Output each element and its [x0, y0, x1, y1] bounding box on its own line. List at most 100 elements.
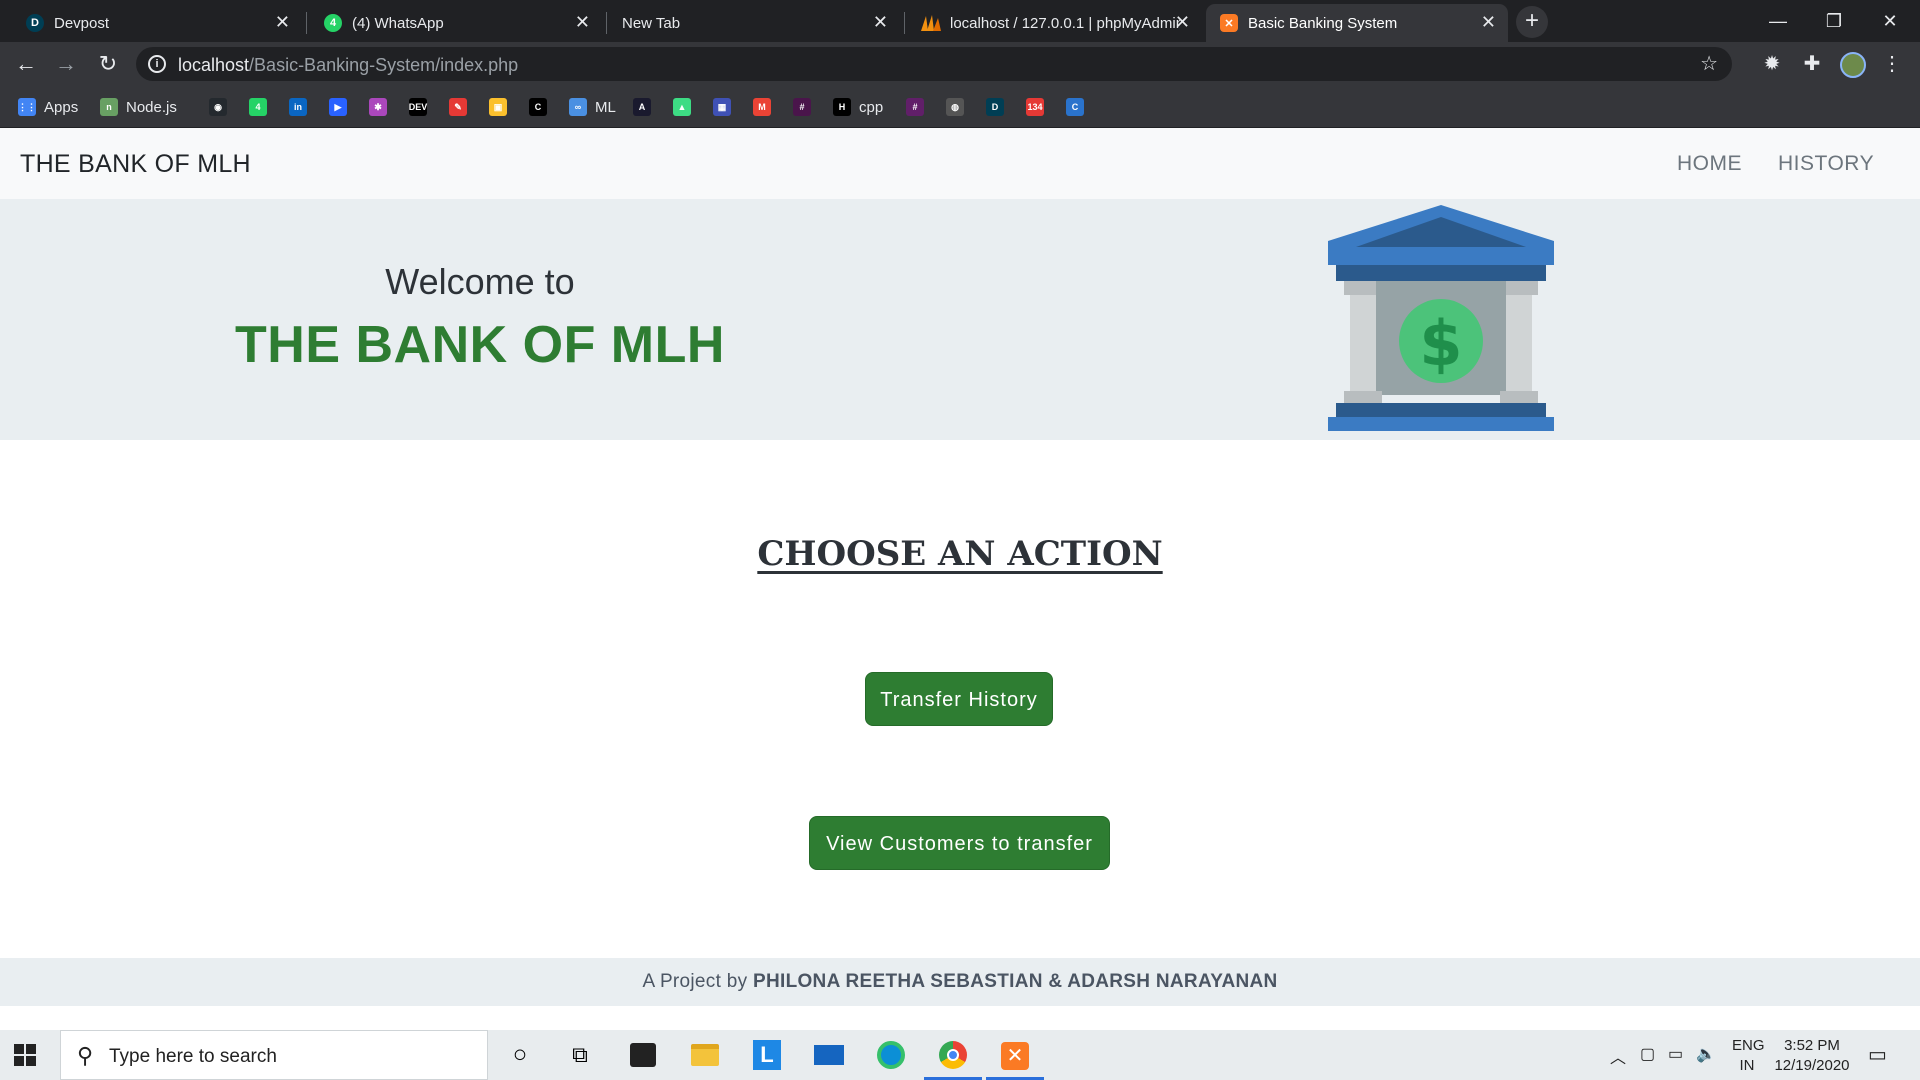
browser-menu-icon[interactable]: ⋮: [1880, 52, 1904, 76]
close-icon[interactable]: ✕: [275, 13, 290, 31]
bookmark-item[interactable]: 134: [1026, 96, 1044, 118]
dev-icon: DEV: [409, 98, 427, 116]
bookmark-item[interactable]: #: [793, 96, 811, 118]
bookmark-item[interactable]: in: [289, 96, 307, 118]
minimize-button[interactable]: —: [1750, 6, 1806, 36]
bookmark-item[interactable]: C: [1066, 96, 1084, 118]
bookmark-item[interactable]: #: [906, 96, 924, 118]
bookmark-item[interactable]: A: [633, 96, 651, 118]
nav-history-link[interactable]: HISTORY: [1778, 152, 1874, 176]
site-footer: A Project by PHILONA REETHA SEBASTIAN & …: [0, 958, 1920, 1006]
choose-action-heading: CHOOSE AN ACTION: [757, 534, 1163, 574]
bookmark-yellow-icon: ▣: [489, 98, 507, 116]
globe-icon: ◍: [946, 98, 964, 116]
profile-avatar[interactable]: [1840, 52, 1866, 78]
forward-arrow-icon[interactable]: →: [52, 50, 80, 78]
footer-prefix: A Project by: [642, 971, 753, 992]
transfer-history-button[interactable]: Transfer History: [865, 672, 1053, 726]
xampp-icon[interactable]: ✕: [999, 1039, 1031, 1071]
close-icon[interactable]: ✕: [873, 13, 888, 31]
file-explorer-icon[interactable]: [689, 1039, 721, 1071]
infinity-icon: ∞: [569, 98, 587, 116]
extension-gear-icon[interactable]: ✹: [1760, 52, 1784, 76]
angular-icon: A: [633, 98, 651, 116]
cortana-icon[interactable]: ○: [504, 1039, 536, 1071]
restore-button[interactable]: ❐: [1806, 6, 1862, 36]
bookmark-item[interactable]: ∞ ML: [569, 96, 616, 118]
android-icon: ▲: [673, 98, 691, 116]
bookmark-label: ML: [595, 98, 616, 116]
bookmark-item[interactable]: ✎: [449, 96, 467, 118]
url-path: /Basic-Banking-System/index.php: [249, 55, 519, 75]
bookmark-item[interactable]: n Node.js: [100, 96, 177, 118]
bookmarks-bar: ⋮⋮ Apps n Node.js ◉ 4 in ▶ ✱ DEV ✎ ▣ C ∞ ML A ▲ ▦ M # Hcpp # ◍…: [0, 86, 1920, 128]
tab-whatsapp[interactable]: 4 (4) WhatsApp ✕: [310, 4, 602, 42]
bookmark-item[interactable]: Hcpp: [833, 96, 883, 118]
tab-basic-banking-system[interactable]: ✕ Basic Banking System ✕: [1206, 4, 1508, 42]
hero-welcome-text: Welcome to: [385, 261, 575, 302]
bookmark-star-icon[interactable]: ☆: [1700, 51, 1718, 76]
bookmark-item[interactable]: ▶: [329, 96, 347, 118]
bookmark-item[interactable]: C: [529, 96, 547, 118]
footer-authors: PHILONA REETHA SEBASTIAN & ADARSH NARAYA…: [753, 971, 1278, 992]
view-customers-button[interactable]: View Customers to transfer: [809, 816, 1110, 870]
phpmyadmin-icon: [921, 15, 941, 31]
clock-date: 12/19/2020: [1774, 1057, 1850, 1074]
navbar-brand[interactable]: THE BANK OF MLH: [20, 150, 251, 179]
close-window-button[interactable]: ✕: [1862, 6, 1918, 36]
hero-bank-name: THE BANK OF MLH: [235, 316, 725, 374]
web-page: THE BANK OF MLH HOME HISTORY Welcome to …: [0, 128, 1920, 1030]
extensions-puzzle-icon[interactable]: ✚: [1800, 52, 1824, 76]
calendar-icon: 134: [1026, 98, 1044, 116]
reload-icon[interactable]: ↻: [94, 50, 122, 78]
search-icon: ⚲: [77, 1043, 94, 1068]
slack-icon: #: [793, 98, 811, 116]
bookmark-item[interactable]: ▦: [713, 96, 731, 118]
nodejs-icon: n: [100, 98, 118, 116]
bookmark-item[interactable]: ⋮⋮ Apps: [18, 96, 78, 118]
tab-new-tab[interactable]: New Tab ✕: [608, 4, 900, 42]
address-bar[interactable]: i localhost/Basic-Banking-System/index.p…: [136, 47, 1732, 81]
bookmark-item[interactable]: ▣: [489, 96, 507, 118]
bookmark-item[interactable]: ✱: [369, 96, 387, 118]
store-icon[interactable]: [627, 1039, 659, 1071]
bookmark-item[interactable]: ◉: [209, 96, 227, 118]
bookmark-item[interactable]: 4: [249, 96, 267, 118]
libreoffice-icon[interactable]: L: [751, 1039, 783, 1071]
meet-now-icon[interactable]: ▢: [1640, 1044, 1655, 1064]
bookmark-item[interactable]: ▲: [673, 96, 691, 118]
task-view-icon[interactable]: ⧉: [564, 1039, 596, 1071]
close-icon[interactable]: ✕: [1175, 13, 1190, 31]
battery-icon[interactable]: ▭: [1668, 1044, 1683, 1064]
bookmark-blue-icon: ▶: [329, 98, 347, 116]
bookmark-item[interactable]: ◍: [946, 96, 964, 118]
windows-start-icon[interactable]: [14, 1044, 36, 1066]
chrome-icon[interactable]: [937, 1039, 969, 1071]
notifications-icon[interactable]: ▭: [1868, 1042, 1887, 1067]
clock-time: 3:52 PM: [1784, 1037, 1840, 1054]
site-info-icon[interactable]: i: [148, 55, 166, 73]
close-icon[interactable]: ✕: [575, 13, 590, 31]
tab-title: New Tab: [622, 14, 681, 32]
mail-icon[interactable]: [813, 1039, 845, 1071]
close-icon[interactable]: ✕: [1481, 13, 1496, 31]
bookmark-item[interactable]: M: [753, 96, 771, 118]
taskbar-clock[interactable]: 3:52 PM 12/19/2020: [1770, 1036, 1854, 1076]
apps-grid-icon: ⋮⋮: [18, 98, 36, 116]
devpost-icon: D: [26, 14, 44, 32]
bookmark-item[interactable]: DEV: [409, 96, 427, 118]
tray-chevron-icon[interactable]: ︿: [1610, 1044, 1626, 1068]
tab-phpmyadmin[interactable]: localhost / 127.0.0.1 | phpMyAdmin ✕: [906, 4, 1202, 42]
edge-icon[interactable]: [875, 1039, 907, 1071]
new-tab-button[interactable]: +: [1516, 6, 1548, 38]
language-indicator[interactable]: ENG IN: [1732, 1036, 1765, 1076]
nav-home-link[interactable]: HOME: [1677, 152, 1742, 176]
taskbar-search[interactable]: ⚲ Type here to search: [60, 1030, 488, 1080]
bookmark-item[interactable]: D: [986, 96, 1004, 118]
volume-icon[interactable]: 🔈: [1696, 1044, 1716, 1064]
gmail-icon: M: [753, 98, 771, 116]
tab-devpost[interactable]: D Devpost ✕: [12, 4, 302, 42]
bookmark-label: Apps: [44, 98, 79, 116]
back-arrow-icon[interactable]: ←: [12, 50, 40, 78]
bookmark-calendar-icon: ▦: [713, 98, 731, 116]
